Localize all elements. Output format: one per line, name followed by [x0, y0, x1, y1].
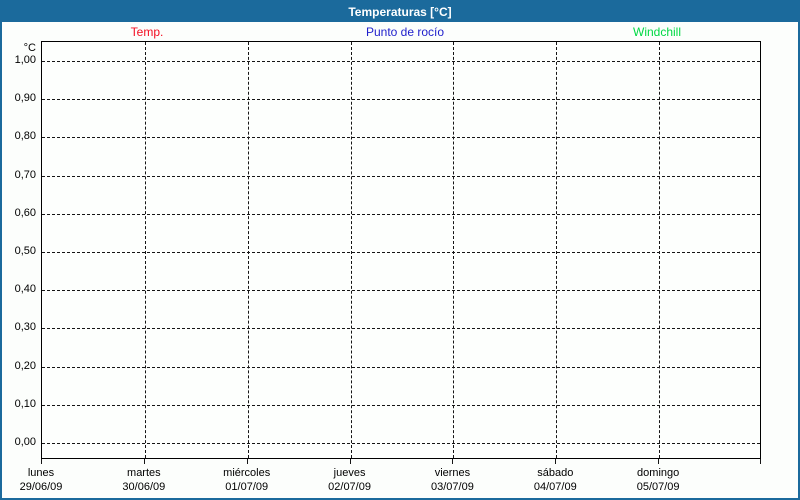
h-gridline	[42, 137, 760, 139]
x-date-label: 04/07/09	[533, 481, 577, 493]
y-tick-label: 0,10	[14, 397, 36, 410]
x-date-label: 02/07/09	[328, 481, 371, 493]
y-tick-label: 0,40	[14, 283, 36, 296]
x-axis-tick	[246, 459, 248, 464]
x-day-label: jueves	[333, 467, 366, 479]
h-gridline	[42, 175, 760, 177]
x-axis-tick	[143, 459, 145, 464]
y-tick-label: 1,00	[14, 54, 36, 66]
h-gridline	[42, 328, 760, 330]
legend-item-temp: Temp.	[130, 25, 164, 39]
x-date-label: 05/07/09	[636, 481, 680, 493]
y-tick-label: 0,20	[14, 359, 36, 372]
x-day-label: sábado	[537, 467, 574, 479]
v-gridline	[453, 42, 455, 458]
x-date-label: 01/07/09	[225, 481, 269, 493]
h-gridline	[42, 404, 760, 406]
x-axis-tick	[41, 459, 42, 464]
temperature-chart-window: Temperaturas [°C] Temp. Punto de rocío W…	[0, 0, 800, 500]
y-tick-label: 0,30	[14, 321, 36, 334]
x-day-label: miércoles	[223, 467, 271, 479]
plot-area	[41, 41, 761, 459]
h-gridline	[42, 213, 760, 215]
x-day-label: domingo	[637, 467, 680, 479]
y-tick-label: 0,70	[14, 168, 36, 181]
y-tick-label: 0,80	[14, 130, 36, 143]
v-gridline	[556, 42, 558, 458]
y-tick-label: 0,90	[14, 92, 36, 105]
x-axis-tick	[452, 459, 454, 464]
h-gridline	[42, 99, 760, 101]
legend-item-dew-point: Punto de rocío	[365, 25, 445, 39]
y-tick-label: 0,60	[14, 206, 36, 219]
chart-title: Temperaturas [°C]	[2, 2, 798, 22]
h-gridline	[42, 61, 760, 62]
h-gridline	[42, 252, 760, 253]
v-gridline	[350, 42, 352, 458]
x-axis-tick	[658, 459, 660, 464]
chart-legend: Temp. Punto de rocío Windchill	[2, 24, 798, 40]
h-gridline	[42, 443, 760, 444]
x-axis-tick	[760, 459, 761, 464]
x-axis-tick	[349, 459, 351, 464]
x-date-label: 29/06/09	[19, 481, 63, 493]
legend-item-windchill: Windchill	[632, 25, 682, 39]
y-tick-label: 0,50	[14, 245, 36, 257]
x-axis-tick	[555, 459, 557, 464]
v-gridline	[144, 42, 146, 458]
y-tick-label: 0,00	[14, 436, 36, 448]
h-gridline	[42, 290, 760, 292]
x-date-label: 30/06/09	[122, 481, 166, 493]
v-gridline	[659, 42, 661, 458]
x-day-label: lunes	[27, 467, 55, 479]
x-day-label: viernes	[434, 467, 471, 479]
h-gridline	[42, 366, 760, 368]
v-gridline	[247, 42, 249, 458]
x-date-label: 03/07/09	[431, 481, 474, 493]
y-axis-unit-label: °C	[23, 42, 36, 54]
x-day-label: martes	[127, 467, 161, 479]
